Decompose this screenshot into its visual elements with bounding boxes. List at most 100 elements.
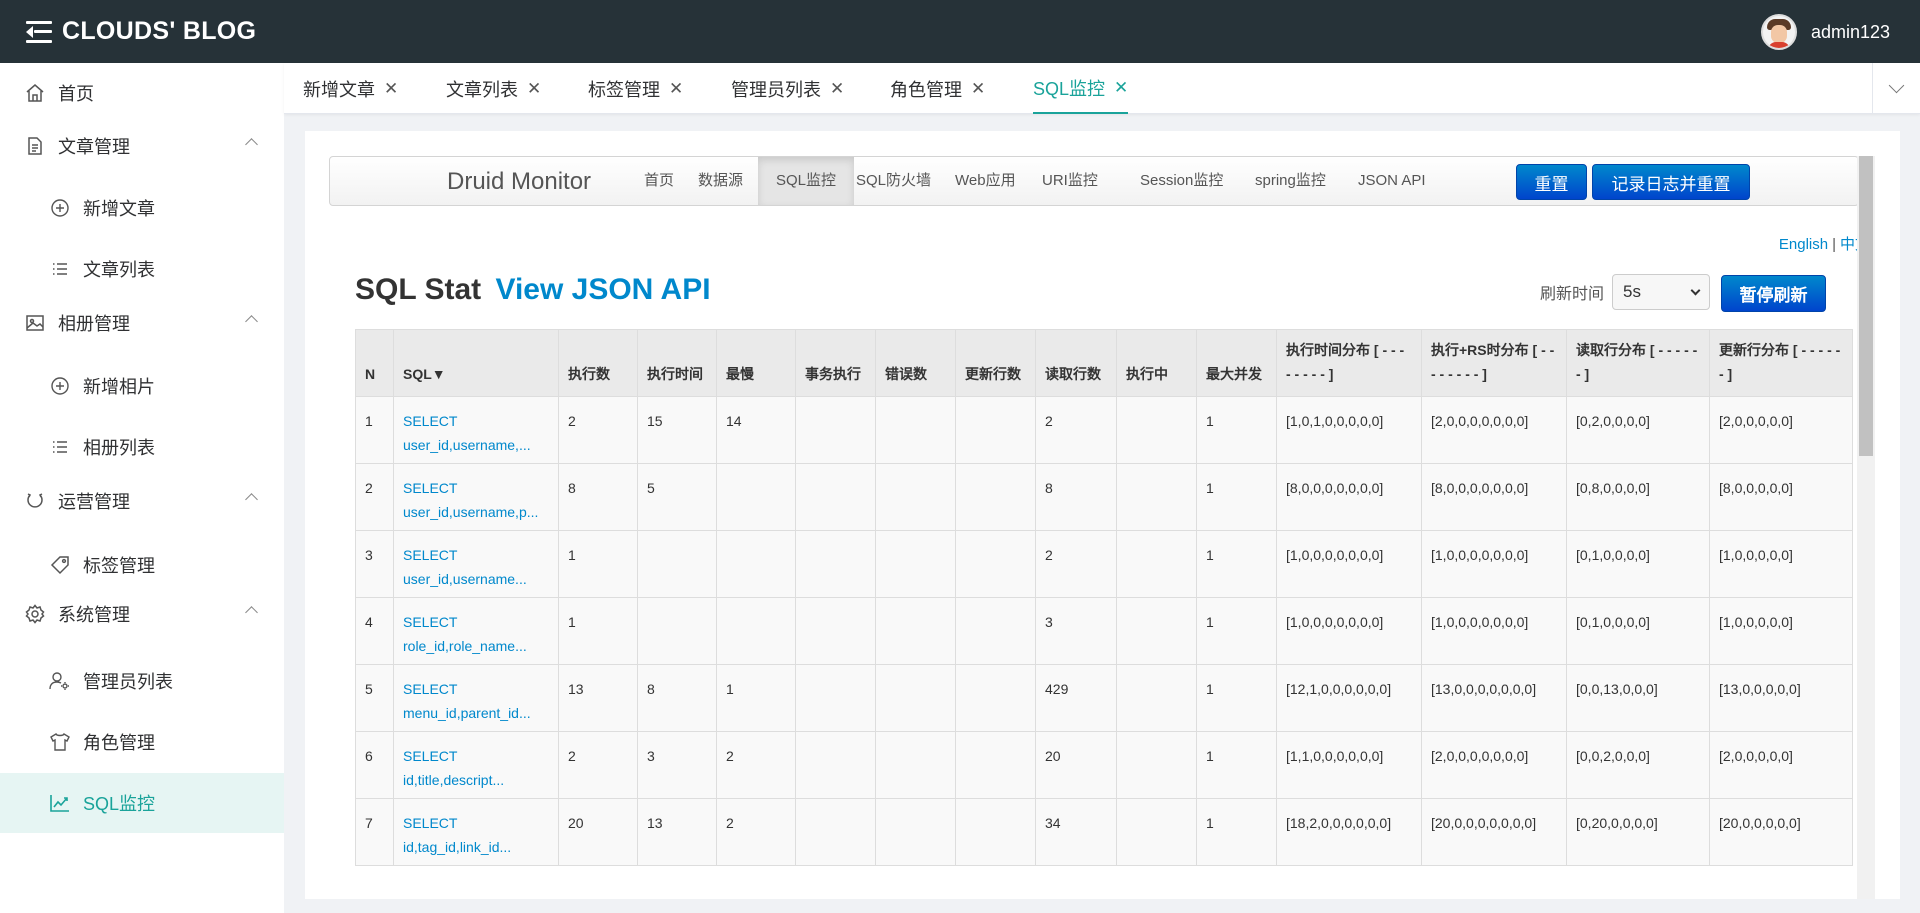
druid-nav-session[interactable]: Session监控 [1122,157,1241,205]
column-header-link[interactable]: 更新行数 [965,366,1021,382]
column-header[interactable]: 执行中 [1116,329,1197,397]
column-header-link[interactable]: 事务执行 [805,366,861,382]
column-header-link[interactable]: 最大并发 [1206,366,1262,382]
tabs-dropdown-button[interactable] [1872,63,1920,114]
table-cell-maxc: 1 [1196,731,1277,799]
scrollbar[interactable] [1857,156,1875,899]
close-icon[interactable]: ✕ [384,79,398,99]
druid-brand[interactable]: Druid Monitor [447,168,591,196]
sql-keyword: SELECT [403,413,458,429]
sql-link[interactable]: SELECT id,tag_id,link_id... [403,815,511,855]
column-header[interactable]: 最大并发 [1196,329,1277,397]
table-body: 1 SELECT user_id,username,... 2 15 14 2 1 [1,0,1… [355,396,1853,866]
sidebar-group-articles[interactable]: 文章管理 [0,116,284,176]
sql-link[interactable]: SELECT user_id,username,p... [403,480,538,520]
column-header-link[interactable]: N [365,366,375,382]
column-header[interactable]: 事务执行 [795,329,876,397]
table-cell-sql: SELECT user_id,username,p... [393,463,559,531]
sql-link[interactable]: SELECT user_id,username,... [403,413,531,453]
table-cell-rsdist: [2,0,0,0,0,0,0,0] [1421,731,1567,799]
druid-nav-spring[interactable]: spring监控 [1237,157,1344,205]
reset-button[interactable]: 重置 [1516,164,1587,200]
sidebar-group-operations[interactable]: 运营管理 [0,471,284,531]
sidebar-group-albums[interactable]: 相册管理 [0,293,284,353]
column-header[interactable]: 执行时间 [637,329,717,397]
log-and-reset-button[interactable]: 记录日志并重置 [1592,164,1750,200]
menu-toggle-icon[interactable] [26,20,52,43]
sidebar-item-add-photo[interactable]: 新增相片 [0,356,284,416]
sidebar-group-system[interactable]: 系统管理 [0,584,284,644]
column-header[interactable]: 读取行分布 [ - - - - - - ] [1566,329,1710,397]
table-cell-rsdist: [20,0,0,0,0,0,0,0] [1421,798,1567,866]
close-icon[interactable]: ✕ [527,79,541,99]
close-icon[interactable]: ✕ [1114,78,1128,98]
view-json-api-link[interactable]: View JSON API [495,273,710,306]
tab-label: 文章列表 [446,79,518,100]
sidebar-item-home[interactable]: 首页 [0,63,284,123]
table-cell-rdist: [0,8,0,0,0,0] [1566,463,1710,531]
column-header-link[interactable]: 错误数 [885,366,927,382]
user-menu[interactable]: admin123 [1760,14,1890,50]
table-row: 3 SELECT user_id,username... 1 2 1 [1,0,0,0,0,… [355,530,1853,598]
column-header-link[interactable]: SQL▼ [403,366,446,382]
sql-link[interactable]: SELECT id,title,descript... [403,748,504,788]
column-header[interactable]: 更新行数 [955,329,1036,397]
column-header-link[interactable]: 更新行分布 [ - - - - - - ] [1719,342,1840,382]
table-cell-err [875,396,956,464]
column-header-link[interactable]: 执行中 [1126,366,1168,382]
table-cell-rsdist: [13,0,0,0,0,0,0,0] [1421,664,1567,732]
druid-nav-uri[interactable]: URI监控 [1024,157,1116,205]
close-icon[interactable]: ✕ [669,79,683,99]
tab-sql-monitor[interactable]: SQL监控 ✕ [1033,63,1129,114]
sidebar-item-role-management[interactable]: 角色管理 [0,712,284,772]
sql-link[interactable]: SELECT user_id,username... [403,547,527,587]
sidebar-item-admin-list[interactable]: 管理员列表 [0,651,284,711]
table-cell-n: 6 [355,731,394,799]
column-header[interactable]: N [355,329,394,397]
table-cell-maxc: 1 [1196,597,1277,665]
lang-english-link[interactable]: English [1779,236,1828,253]
refresh-interval-select[interactable]: 5s [1612,274,1711,310]
tab-role-management[interactable]: 角色管理 ✕ [890,63,985,114]
table-cell-maxc: 1 [1196,463,1277,531]
column-header-link[interactable]: 执行数 [568,366,610,382]
user-gear-icon [49,670,71,692]
close-icon[interactable]: ✕ [830,79,844,99]
column-header-link[interactable]: 执行时间分布 [ - - - - - - - - ] [1286,342,1404,382]
pause-refresh-button[interactable]: 暂停刷新 [1721,275,1826,312]
column-header-link[interactable]: 读取行分布 [ - - - - - - ] [1576,342,1697,382]
sidebar-item-album-list[interactable]: 相册列表 [0,417,284,477]
close-icon[interactable]: ✕ [971,79,985,99]
sidebar-item-add-article[interactable]: 新增文章 [0,178,284,238]
tab-tag-management[interactable]: 标签管理 ✕ [588,63,683,114]
druid-nav-webapp[interactable]: Web应用 [937,157,1034,205]
column-header[interactable]: 执行数 [558,329,638,397]
column-header[interactable]: 更新行分布 [ - - - - - - ] [1709,329,1853,397]
column-header-link[interactable]: 执行时间 [647,366,703,382]
column-header-link[interactable]: 读取行数 [1045,366,1101,382]
table-cell-tdist: [1,1,0,0,0,0,0,0] [1276,731,1422,799]
column-header-link[interactable]: 最慢 [726,366,754,382]
column-header[interactable]: 读取行数 [1035,329,1117,397]
sql-link[interactable]: SELECT role_id,role_name... [403,614,527,654]
column-header[interactable]: 执行时间分布 [ - - - - - - - - ] [1276,329,1422,397]
tab-admin-list[interactable]: 管理员列表 ✕ [731,63,844,114]
sql-link[interactable]: SELECT menu_id,parent_id... [403,681,531,721]
tab-add-article[interactable]: 新增文章 ✕ [303,63,398,114]
druid-nav-wall[interactable]: SQL防火墙 [838,157,949,205]
druid-nav-json-api[interactable]: JSON API [1340,157,1444,205]
scrollbar-thumb[interactable] [1859,156,1873,456]
sql-keyword: SELECT [403,547,458,563]
column-header[interactable]: SQL▼ [393,329,559,397]
column-header[interactable]: 执行+RS时分布 [ - - - - - - - - ] [1421,329,1567,397]
sidebar-item-article-list[interactable]: 文章列表 [0,239,284,299]
sidebar-item-sql-monitor[interactable]: SQL监控 [0,773,284,833]
table-cell-udist: [2,0,0,0,0,0] [1709,731,1853,799]
table-cell-n: 1 [355,396,394,464]
column-header[interactable]: 最慢 [716,329,796,397]
column-header-link[interactable]: 执行+RS时分布 [ - - - - - - - - ] [1431,342,1554,382]
column-header[interactable]: 错误数 [875,329,956,397]
druid-nav-datasource[interactable]: 数据源 [680,157,761,205]
tab-article-list[interactable]: 文章列表 ✕ [446,63,541,114]
table-cell-read: 429 [1035,664,1117,732]
